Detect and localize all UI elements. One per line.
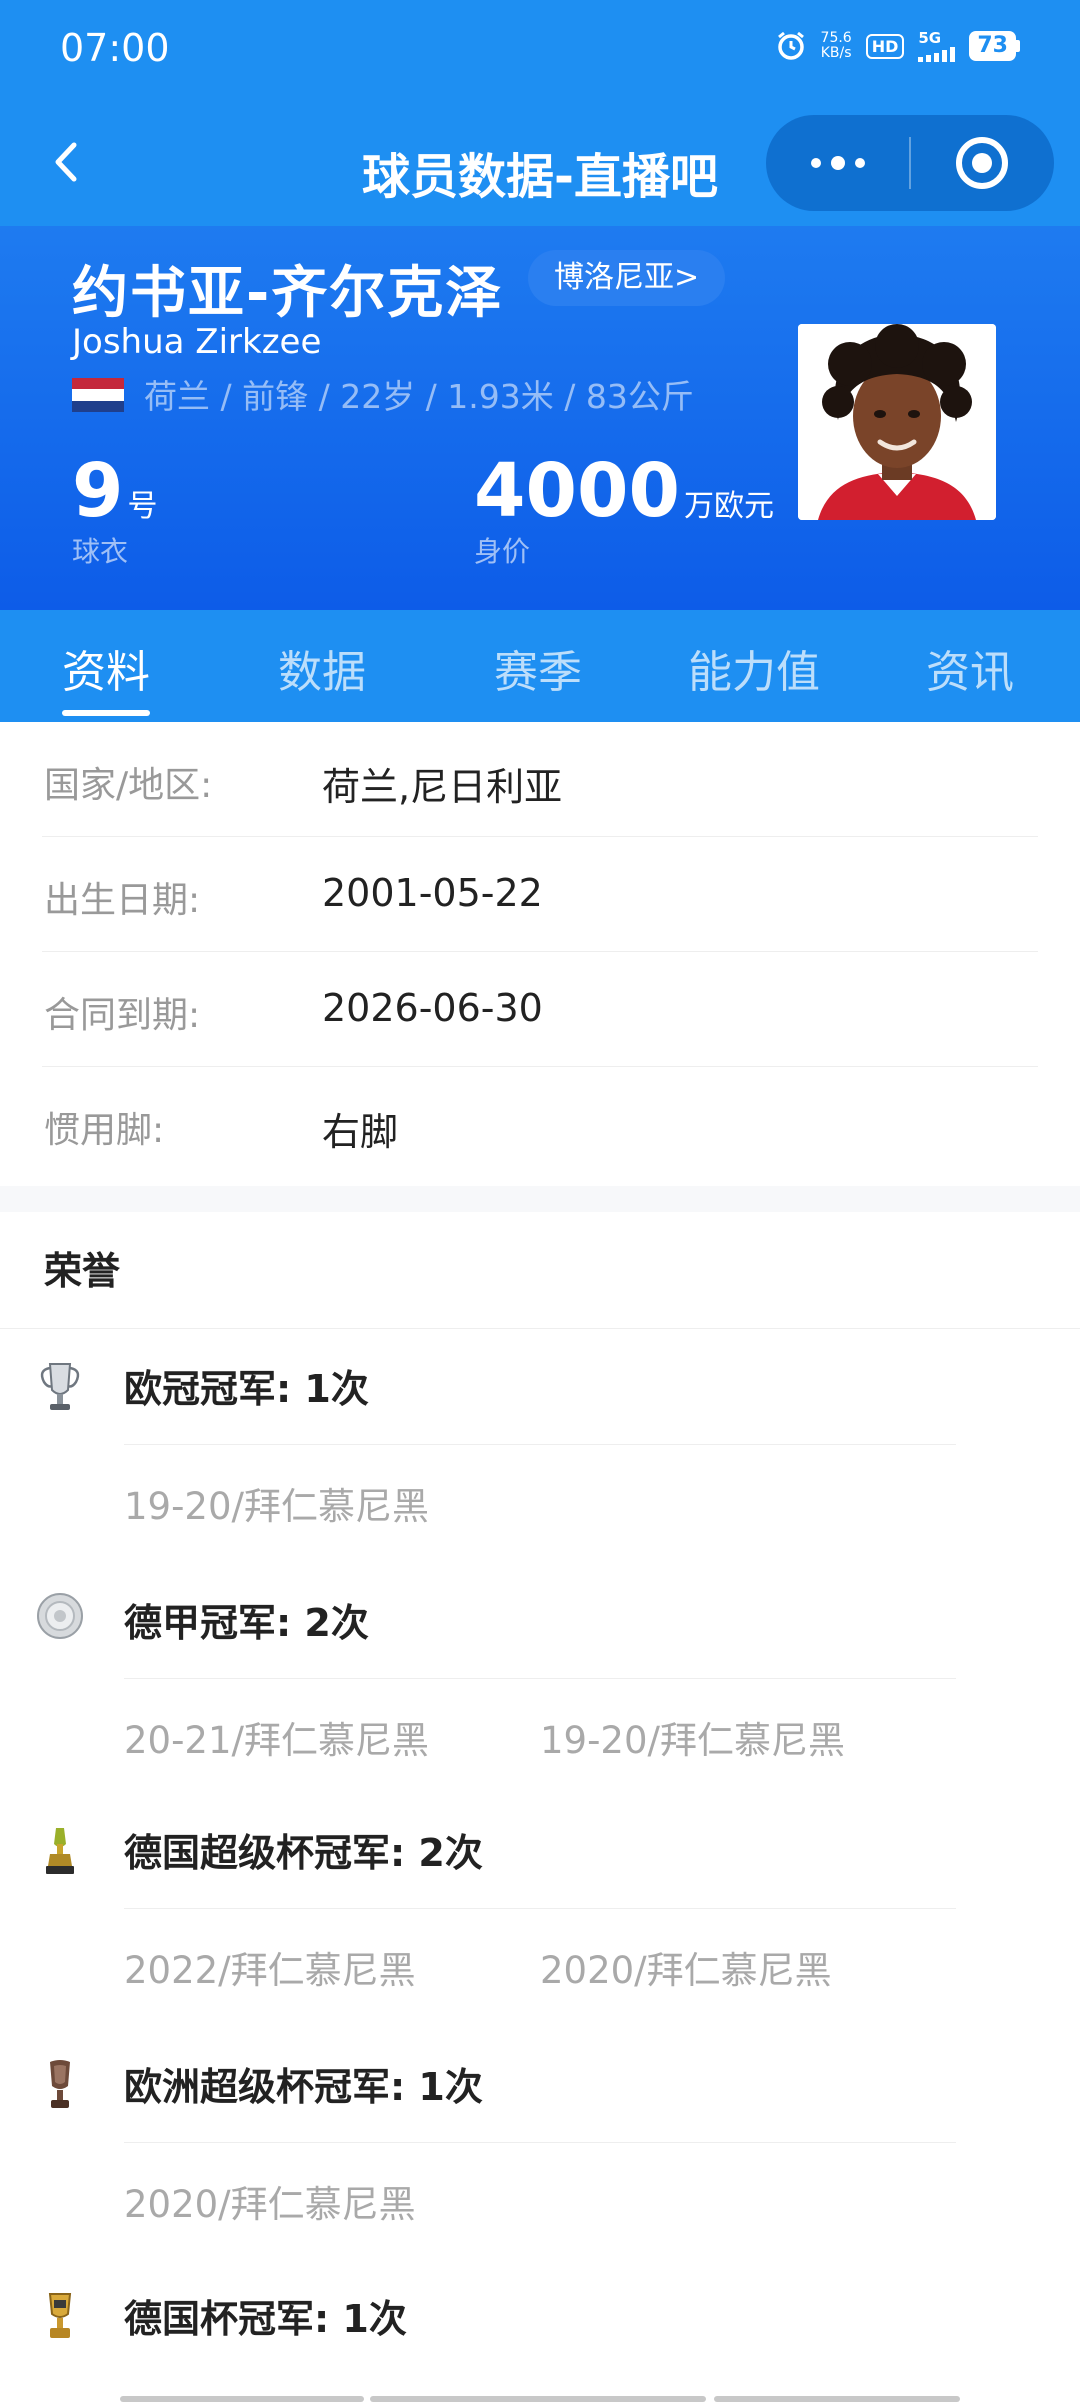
tab-ability-label: 能力值 [688, 647, 820, 698]
network-type: 5G [918, 28, 942, 47]
dfb-pokal-trophy-icon [48, 2293, 72, 2338]
profile-row-foot: 惯用脚: 右脚 [42, 1067, 1038, 1182]
status-bar: 07:00 75.6 KB/s HD 5G 73 [0, 0, 1080, 100]
battery-level: 73 [969, 31, 1016, 61]
player-name-en: Joshua Zirkzee [72, 322, 322, 362]
honor-item: 19-20/拜仁慕尼黑 [540, 1719, 845, 1762]
divider [124, 1678, 956, 1679]
profile-key: 国家/地区: [44, 765, 213, 806]
net-speed-unit: KB/s [820, 45, 852, 61]
hd-icon: HD [865, 33, 905, 59]
honor-title: 德国超级杯冠军: 2次 [124, 1831, 483, 1875]
signal-icon [918, 46, 956, 62]
profile-row-country: 国家/地区: 荷兰,尼日利亚 [42, 722, 1038, 837]
player-photo [798, 324, 996, 520]
status-time: 07:00 [60, 26, 170, 70]
tab-ability[interactable]: 能力值 [688, 636, 820, 700]
profile-row-birthdate: 出生日期: 2001-05-22 [42, 837, 1038, 952]
section-divider [0, 1186, 1080, 1212]
honor-item: 19-20/拜仁慕尼黑 [124, 1485, 429, 1528]
tab-season[interactable]: 赛季 [494, 636, 582, 700]
profile-value: 2026-06-30 [322, 986, 543, 1030]
profile-key: 合同到期: [44, 995, 201, 1036]
player-info: 荷兰 / 前锋 / 22岁 / 1.93米 / 83公斤 [144, 377, 694, 416]
profile-value: 2001-05-22 [322, 871, 543, 915]
tab-stats[interactable]: 数据 [278, 636, 366, 700]
player-name-cn: 约书亚-齐尔克泽 [72, 261, 504, 326]
supercup-trophy-icon [46, 1828, 74, 1874]
divider [124, 1444, 956, 1445]
honor-item: 2020/拜仁慕尼黑 [540, 1949, 832, 1992]
profile-key: 惯用脚: [44, 1110, 165, 1151]
status-icons: 75.6 KB/s HD 5G 73 [775, 30, 1020, 62]
market-value: 4000 [474, 448, 680, 534]
more-icon[interactable] [766, 115, 910, 211]
netherlands-flag-icon [72, 378, 124, 412]
uefa-supercup-trophy-icon [50, 2060, 70, 2108]
honor-title: 德甲冠军: 2次 [124, 1601, 369, 1645]
market-value-label: 身价 [474, 535, 531, 568]
bundesliga-shield-icon [37, 1593, 83, 1639]
signal: 5G [918, 28, 956, 62]
tab-stats-label: 数据 [278, 647, 366, 698]
miniapp-capsule [766, 115, 1054, 211]
tab-news-label: 资讯 [926, 647, 1014, 698]
tab-bar: 资料 数据 赛季 能力值 资讯 [0, 610, 1080, 722]
top-bar: 07:00 75.6 KB/s HD 5G 73 球员数据-直播吧 [0, 0, 1080, 226]
honor-item: 20-21/拜仁慕尼黑 [124, 1719, 429, 1762]
tab-news[interactable]: 资讯 [926, 636, 1014, 700]
honor-item: 2020/拜仁慕尼黑 [124, 2183, 416, 2226]
nav-bar: 球员数据-直播吧 [0, 115, 1080, 215]
divider [0, 1328, 1080, 1329]
shirt-unit: 号 [127, 489, 158, 524]
tab-profile-label: 资料 [62, 647, 150, 698]
profile-value: 右脚 [322, 1110, 399, 1154]
net-speed: 75.6 KB/s [821, 31, 852, 61]
honor-title: 欧冠冠军: 1次 [124, 1367, 369, 1411]
tab-season-label: 赛季 [494, 647, 582, 698]
shirt-stat: 9号 球衣 [72, 448, 158, 570]
honor-item: 2022/拜仁慕尼黑 [124, 1949, 416, 1992]
value-stat: 4000 万欧元 身价 [474, 448, 774, 570]
player-header: 约书亚-齐尔克泽 博洛尼亚> Joshua Zirkzee 荷兰 / 前锋 / … [0, 226, 1080, 610]
active-tab-indicator [62, 710, 150, 716]
club-link[interactable]: 博洛尼亚> [528, 250, 726, 306]
market-value-unit: 万欧元 [683, 489, 774, 524]
champions-league-trophy-icon [40, 1363, 80, 1410]
divider [124, 2142, 956, 2143]
honors-title: 荣誉 [44, 1249, 121, 1293]
divider [124, 1908, 956, 1909]
honor-title: 德国杯冠军: 1次 [124, 2297, 407, 2341]
profile-key: 出生日期: [44, 880, 201, 921]
alarm-icon [777, 31, 804, 60]
profile-value: 荷兰,尼日利亚 [322, 765, 563, 809]
battery-icon: 73 [969, 31, 1020, 61]
shirt-number: 9 [72, 448, 124, 534]
tab-profile[interactable]: 资料 [62, 636, 150, 716]
honor-title: 欧洲超级杯冠军: 1次 [124, 2065, 483, 2109]
scroll-indicator [120, 2396, 960, 2402]
net-speed-value: 75.6 [820, 30, 852, 46]
shirt-label: 球衣 [72, 535, 129, 568]
profile-row-contract: 合同到期: 2026-06-30 [42, 952, 1038, 1067]
close-miniapp-icon[interactable] [956, 137, 1008, 189]
profile-list: 国家/地区: 荷兰,尼日利亚 出生日期: 2001-05-22 合同到期: 20… [0, 722, 1080, 1182]
